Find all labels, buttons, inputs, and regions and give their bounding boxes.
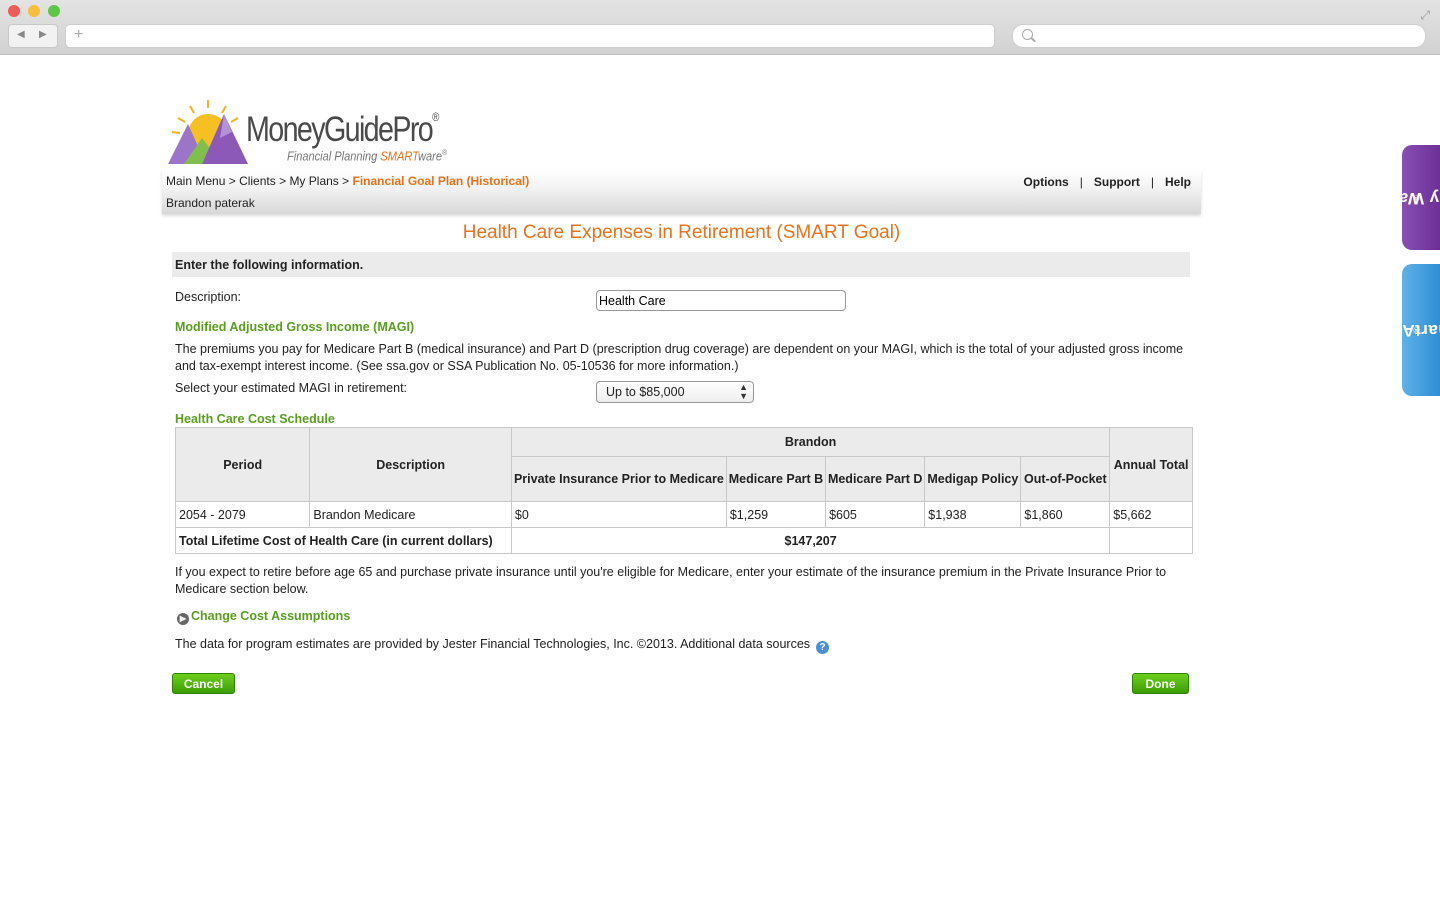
question-help-icon[interactable]: ? <box>816 641 830 654</box>
description-label: Description: <box>175 290 241 304</box>
select-arrows-icon: ▲ ▼ <box>739 382 748 401</box>
magi-explanation: The premiums you pay for Medicare Part B… <box>175 342 1184 373</box>
close-window-button[interactable] <box>8 5 20 17</box>
data-source-text: The data for program estimates are provi… <box>175 637 811 651</box>
breadcrumb-clients[interactable]: Clients <box>239 174 276 188</box>
magi-select-label: Select your estimated MAGI in retirement… <box>175 381 408 395</box>
change-cost-assumptions-link[interactable]: ▶ Change Cost Assumptions <box>177 609 350 625</box>
change-cost-assumptions-label: Change Cost Assumptions <box>191 609 351 623</box>
cell-description: Brandon Medicare <box>309 501 512 528</box>
smartalex-label: SmartAlex® <box>1377 321 1440 340</box>
header-description: Description <box>309 427 512 502</box>
my-way-label: My Way® <box>1388 189 1440 208</box>
breadcrumb-separator: > <box>338 174 353 188</box>
back-arrow-icon[interactable]: ◀ <box>17 29 25 40</box>
breadcrumb-my-plans[interactable]: My Plans <box>289 174 338 188</box>
top-links: Options | Support | Help <box>1023 175 1191 189</box>
cell-private-insurance: $0 <box>510 501 727 528</box>
link-separator: | <box>1150 175 1154 189</box>
browser-chrome: ◀ ▶ + ⤢ <box>0 0 1440 55</box>
cancel-button[interactable]: Cancel <box>172 673 235 694</box>
cell-medicare-part-b: $1,259 <box>725 501 827 528</box>
header-bar: Main Menu > Clients > My Plans > Financi… <box>162 170 1201 214</box>
address-bar[interactable]: + <box>65 24 995 48</box>
cell-medicare-part-d: $605 <box>825 501 926 528</box>
total-empty-cell <box>1109 527 1193 554</box>
header-medicare-part-d: Medicare Part D <box>825 456 926 502</box>
nav-buttons: ◀ ▶ <box>8 24 58 48</box>
options-link[interactable]: Options <box>1023 175 1068 189</box>
header-annual-total: Annual Total <box>1109 427 1193 502</box>
header-period: Period <box>174 427 311 502</box>
cell-medigap-policy: $1,938 <box>924 501 1022 528</box>
instructions-text: Enter the following information. <box>175 258 364 272</box>
search-icon <box>1022 29 1033 40</box>
my-way-tab[interactable]: My Way® <box>1388 145 1440 250</box>
sun-mountains-logo-icon <box>168 100 248 164</box>
logo-wordmark: MoneyGuidePro® <box>246 110 440 149</box>
total-label: Total Lifetime Cost of Health Care (in c… <box>175 527 512 554</box>
smartalex-tab[interactable]: SmartAlex® <box>1377 264 1440 396</box>
header-medicare-part-b: Medicare Part B <box>725 456 827 502</box>
cell-period: 2054 - 2079 <box>174 501 311 528</box>
header-brandon-group: Brandon <box>510 427 1111 457</box>
zoom-window-button[interactable] <box>48 5 60 17</box>
cell-annual-total: $5,662 <box>1109 501 1193 528</box>
support-link[interactable]: Support <box>1094 175 1140 189</box>
retire-early-note: If you expect to retire before age 65 an… <box>175 565 1167 596</box>
magi-select[interactable]: Up to $85,000 ▲ ▼ <box>596 381 754 403</box>
total-value: $147,207 <box>510 527 1111 554</box>
breadcrumb-separator: > <box>225 174 240 188</box>
breadcrumb-separator: > <box>275 174 290 188</box>
breadcrumb: Main Menu > Clients > My Plans > Financi… <box>166 174 529 188</box>
description-input[interactable] <box>596 290 846 311</box>
health-care-cost-schedule-table: Period Description Brandon Annual Total … <box>174 427 1193 554</box>
page-title: Health Care Expenses in Retirement (SMAR… <box>462 222 901 243</box>
header-medigap-policy: Medigap Policy <box>924 456 1022 502</box>
total-row: Total Lifetime Cost of Health Care (in c… <box>175 527 1193 554</box>
breadcrumb-main-menu[interactable]: Main Menu <box>166 174 225 188</box>
done-button[interactable]: Done <box>1132 673 1189 694</box>
breadcrumb-current[interactable]: Financial Goal Plan (Historical) <box>352 174 529 188</box>
client-name: Brandon paterak <box>166 196 255 210</box>
logo-tagline: Financial Planning SMARTware® <box>287 148 448 164</box>
header-private-insurance: Private Insurance Prior to Medicare <box>510 456 727 502</box>
magi-selected-value: Up to $85,000 <box>606 385 685 399</box>
my-way-text: My Way <box>1388 188 1440 208</box>
cell-out-of-pocket: $1,860 <box>1020 501 1111 528</box>
minimize-window-button[interactable] <box>28 5 40 17</box>
link-separator: | <box>1079 175 1083 189</box>
moneyguidepro-logo[interactable]: MoneyGuidePro® Financial Planning SMARTw… <box>166 98 466 168</box>
smartalex-text: SmartAlex <box>1376 321 1440 340</box>
table-row: 2054 - 2079 Brandon Medicare $0 $1,259 $… <box>174 501 1193 528</box>
new-tab-plus-icon[interactable]: + <box>74 26 83 44</box>
schedule-heading: Health Care Cost Schedule <box>175 412 335 426</box>
magi-heading: Modified Adjusted Gross Income (MAGI) <box>175 320 415 334</box>
browser-search-field[interactable] <box>1012 24 1426 48</box>
fullscreen-icon[interactable]: ⤢ <box>1420 8 1430 23</box>
data-source-note: The data for program estimates are provi… <box>175 636 1193 654</box>
header-out-of-pocket: Out-of-Pocket <box>1020 456 1111 502</box>
instructions-bar: Enter the following information. <box>172 252 1190 277</box>
expand-arrow-icon: ▶ <box>177 613 189 625</box>
help-link[interactable]: Help <box>1165 175 1191 189</box>
forward-arrow-icon[interactable]: ▶ <box>39 29 47 40</box>
